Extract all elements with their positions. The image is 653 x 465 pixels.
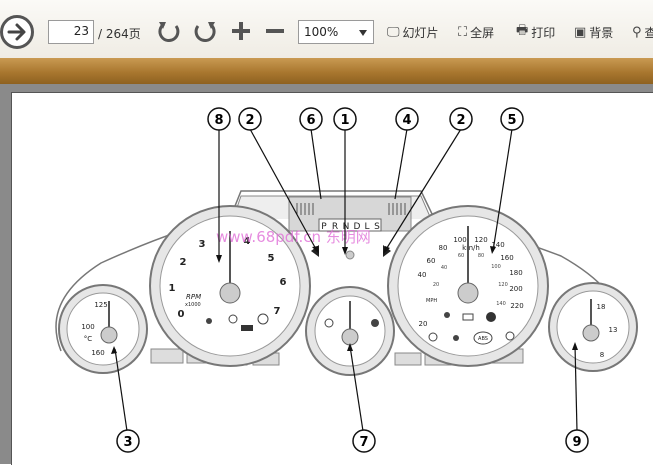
temp-100: 100: [81, 323, 94, 331]
search-button[interactable]: ⚲ 查: [632, 22, 653, 42]
svg-text:6: 6: [306, 113, 315, 128]
rpm-unit: x1000: [185, 302, 201, 308]
fullscreen-label: 全屏: [470, 25, 495, 40]
tach-0: 0: [178, 309, 185, 320]
printer-icon: 🖶: [516, 23, 529, 38]
zoom-in-icon[interactable]: [230, 20, 252, 42]
svg-text:1: 1: [340, 113, 349, 128]
svg-text:3: 3: [123, 435, 132, 450]
speedometer-gauge: 20 40 60 80 100 120 140 160 180 200 220 …: [387, 205, 549, 367]
zoom-value: 100%: [304, 25, 339, 39]
svg-text:5: 5: [507, 113, 516, 128]
search-icon: ⚲: [632, 24, 642, 40]
svg-text:8: 8: [214, 113, 223, 128]
callout-9: 9: [565, 429, 589, 453]
kmh-120: 120: [474, 236, 487, 244]
gear-s: S: [374, 222, 380, 232]
mph-40: 40: [441, 265, 447, 271]
tach-3: 3: [199, 239, 206, 250]
kmh-100: 100: [453, 236, 466, 244]
callout-2-right: 2: [449, 107, 473, 131]
callout-3: 3: [116, 429, 140, 453]
mph-60: 60: [458, 253, 464, 259]
rotate-left-icon[interactable]: [156, 18, 182, 44]
mph-120: 120: [498, 282, 508, 288]
rpm-label: RPM: [186, 293, 201, 301]
abs-label: ABS: [478, 336, 488, 342]
kmh-40: 40: [418, 271, 427, 279]
svg-text:2: 2: [245, 113, 254, 128]
kmh-180: 180: [509, 269, 522, 277]
callout-8: 8: [207, 107, 231, 131]
slideshow-label: 幻灯片: [402, 25, 439, 40]
callout-2-left: 2: [238, 107, 262, 131]
mph-100: 100: [491, 264, 501, 270]
watermark-text: www.68pdf.cn 东明网: [216, 228, 371, 246]
tach-7: 7: [274, 306, 281, 317]
temperature-gauge: 125 100 °C 160: [58, 284, 148, 374]
fuel-8: 8: [600, 351, 604, 359]
document-page[interactable]: P R N D L S 1 2 3 4 5 6 7 0 RPM x1000 20…: [11, 92, 653, 465]
mph-20: 20: [433, 282, 439, 288]
kmh-20: 20: [419, 320, 428, 328]
fuel-13: 13: [609, 326, 618, 334]
callout-6: 6: [299, 107, 323, 131]
mph-140: 140: [496, 301, 506, 307]
callout-5: 5: [500, 107, 524, 131]
toolbar-wood-strip: [0, 58, 653, 84]
fuel-gauge: 18 13 8: [548, 282, 638, 372]
background-button[interactable]: ▣ 背景: [574, 22, 613, 42]
tach-6: 6: [280, 277, 287, 288]
kmh-unit: km/h: [462, 244, 480, 252]
callout-1: 1: [333, 107, 357, 131]
arrow-right-icon: [7, 23, 26, 41]
temp-125: 125: [94, 301, 107, 309]
pdf-viewer-toolbar: 23 / 264页 100% 🖵 幻灯片 ⛶ 全屏 🖶 打印 ▣ 背景 ⚲ 查: [0, 0, 653, 59]
zoom-out-icon[interactable]: [264, 20, 286, 42]
fullscreen-button[interactable]: ⛶ 全屏: [458, 22, 494, 42]
tach-5: 5: [268, 253, 275, 264]
rotate-right-icon[interactable]: [192, 18, 218, 44]
slideshow-button[interactable]: 🖵 幻灯片: [387, 22, 439, 42]
callout-4: 4: [395, 107, 419, 131]
zoom-select[interactable]: 100%: [298, 20, 374, 44]
slideshow-icon: 🖵: [387, 24, 400, 40]
kmh-60: 60: [427, 257, 436, 265]
temp-160: 160: [91, 349, 104, 357]
fullscreen-icon: ⛶: [458, 24, 468, 40]
mph-unit: MPH: [426, 298, 437, 304]
chevron-down-icon: [359, 30, 367, 36]
svg-text:7: 7: [359, 435, 368, 450]
svg-text:4: 4: [402, 113, 411, 128]
fuel-18: 18: [597, 303, 606, 311]
tach-2: 2: [180, 257, 187, 268]
background-icon: ▣: [574, 24, 587, 40]
print-button[interactable]: 🖶 打印: [516, 22, 555, 42]
kmh-220: 220: [510, 302, 523, 310]
print-label: 打印: [531, 25, 556, 40]
callout-7: 7: [352, 429, 376, 453]
instrument-cluster-diagram: P R N D L S 1 2 3 4 5 6 7 0 RPM x1000 20…: [55, 107, 638, 453]
next-page-button[interactable]: [0, 15, 34, 49]
svg-text:2: 2: [456, 113, 465, 128]
svg-text:9: 9: [572, 435, 581, 450]
temp-celsius: °C: [84, 335, 93, 343]
page-total-label: / 264页: [98, 27, 141, 41]
kmh-200: 200: [509, 285, 522, 293]
mph-80: 80: [478, 253, 484, 259]
tach-1: 1: [169, 283, 176, 294]
background-label: 背景: [589, 25, 614, 40]
center-gauge: [305, 286, 395, 376]
kmh-160: 160: [500, 254, 513, 262]
page-number-input[interactable]: 23: [48, 20, 94, 44]
search-label: 查: [644, 25, 653, 40]
kmh-80: 80: [439, 244, 448, 252]
